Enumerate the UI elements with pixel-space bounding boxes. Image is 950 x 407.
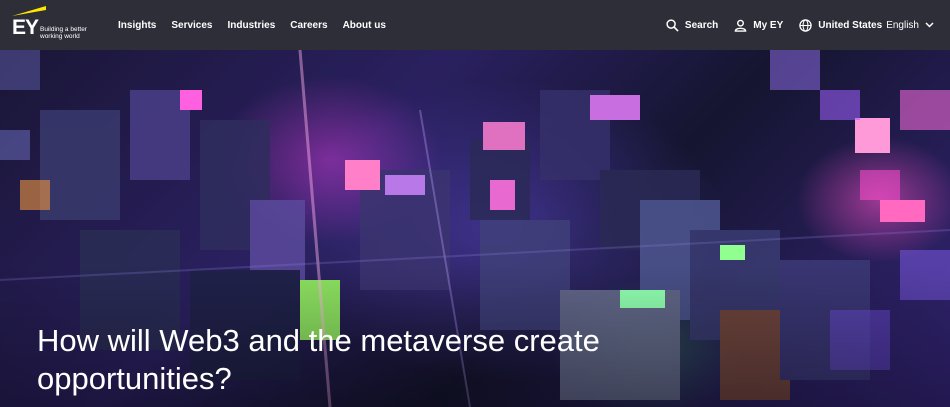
primary-nav: Insights Services Industries Careers Abo… [118, 0, 401, 50]
hero-headline: How will Web3 and the metaverse create o… [37, 323, 600, 396]
nav-item-careers[interactable]: Careers [290, 20, 327, 31]
logo-tagline: Building a better working world [40, 26, 87, 40]
language-label: English [886, 19, 919, 31]
globe-icon [799, 18, 813, 32]
country-label: United States [818, 19, 883, 31]
search-label: Search [684, 19, 719, 31]
nav-item-industries[interactable]: Industries [228, 20, 276, 31]
hero-banner: How will Web3 and the metaverse create o… [0, 50, 950, 407]
search-button[interactable]: Search [666, 18, 719, 32]
nav-item-about-us[interactable]: About us [343, 20, 386, 31]
nav-item-services[interactable]: Services [171, 20, 212, 31]
top-navigation-bar: EY Building a better working world Insig… [0, 0, 950, 50]
search-icon [666, 18, 679, 32]
user-icon [734, 19, 747, 32]
chevron-down-icon [925, 22, 934, 28]
nav-item-insights[interactable]: Insights [118, 20, 156, 31]
my-ey-button[interactable]: My EY [734, 19, 783, 32]
country-language-selector[interactable]: United States English [799, 18, 940, 32]
utility-nav: Search My EY United States English [650, 0, 940, 50]
ey-logo[interactable]: EY Building a better working world [10, 6, 94, 44]
my-ey-label: My EY [753, 19, 784, 31]
logo-mark: EY [12, 16, 39, 39]
